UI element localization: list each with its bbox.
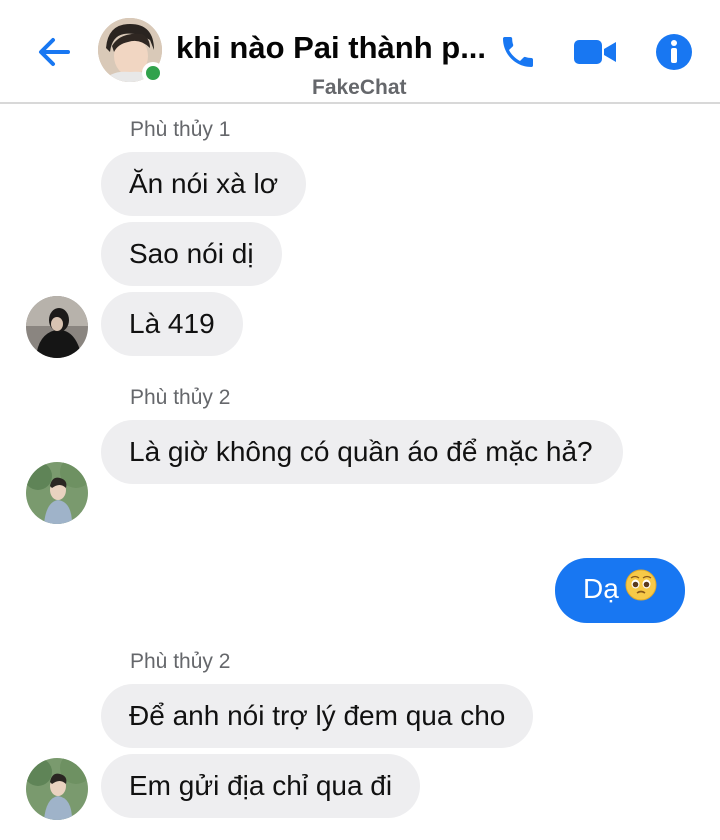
sender-avatar[interactable]	[26, 462, 88, 524]
conversation-header: khi nào Pai thành p... FakeChat	[0, 0, 720, 104]
sender-name: Phù thủy 2	[130, 386, 231, 409]
sender-avatar[interactable]	[26, 296, 88, 358]
outgoing-message-bubble[interactable]: Dạ	[555, 558, 685, 623]
sender-avatar[interactable]	[26, 758, 88, 820]
back-arrow-icon[interactable]	[30, 28, 78, 76]
contact-avatar[interactable]	[98, 18, 164, 84]
message-bubble[interactable]: Là giờ không có quần áo để mặc hả?	[101, 420, 623, 484]
message-bubble[interactable]: Là 419	[101, 292, 243, 356]
info-icon[interactable]	[652, 30, 696, 74]
message-bubble[interactable]: Em gửi địa chỉ qua đi	[101, 754, 421, 818]
message-bubble[interactable]: Sao nói dị	[101, 222, 282, 286]
phone-call-icon[interactable]	[496, 30, 540, 74]
message-bubble[interactable]: Để anh nói trợ lý đem qua cho	[101, 684, 534, 748]
outgoing-message-text: Dạ	[583, 573, 619, 604]
sender-name: Phù thủy 2	[130, 650, 231, 673]
pleading-face-emoji-icon	[625, 569, 657, 609]
chat-subtitle: FakeChat	[312, 76, 407, 99]
online-status-dot	[142, 62, 164, 84]
video-call-icon[interactable]	[570, 30, 620, 74]
message-bubble[interactable]: Ăn nói xà lơ	[101, 152, 307, 216]
sender-name: Phù thủy 1	[130, 118, 231, 141]
chat-title[interactable]: khi nào Pai thành p...	[176, 30, 486, 66]
